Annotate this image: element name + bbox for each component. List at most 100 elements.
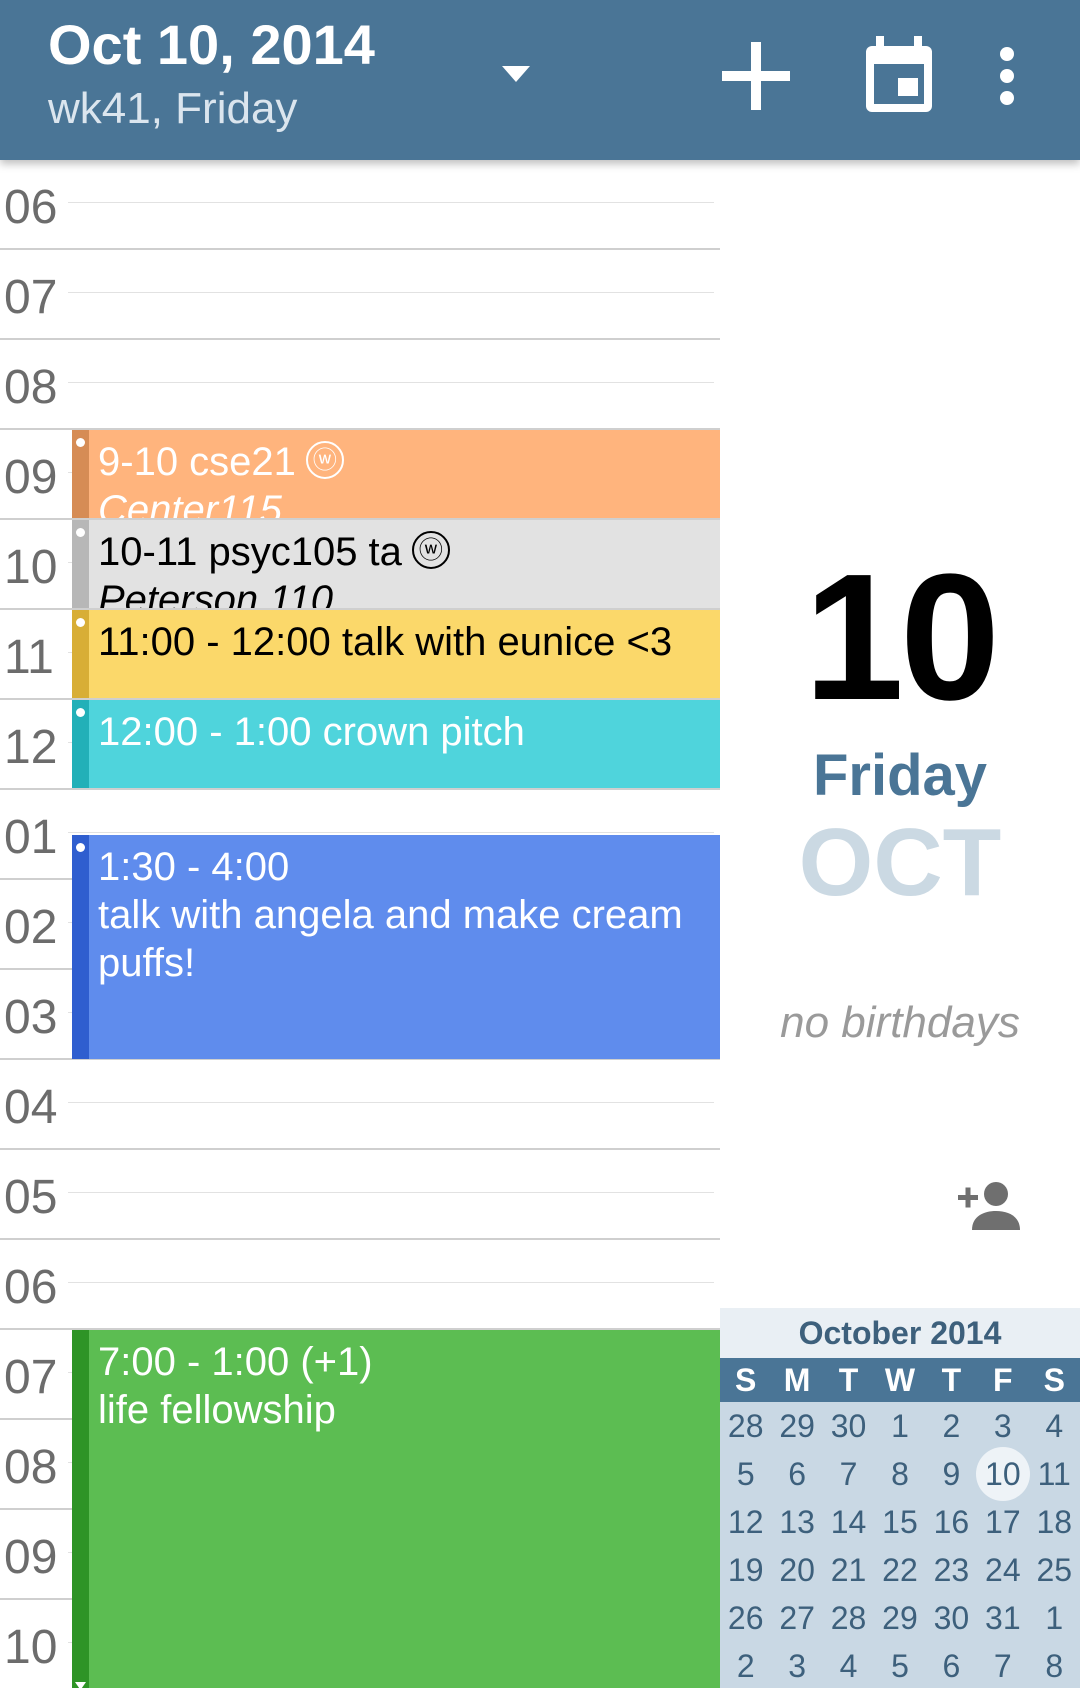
event-dot (76, 438, 85, 447)
event-dot (76, 843, 85, 852)
mini-calendar-title[interactable]: October 2014 (720, 1308, 1080, 1358)
hour-label: 02 (4, 901, 58, 954)
day-cell[interactable]: 28 (720, 1402, 771, 1450)
event-card-crown-pitch[interactable]: 12:00 - 1:00 crown pitch (72, 700, 720, 788)
weekday-header-row: S M T W T F S (720, 1358, 1080, 1402)
event-dot (76, 618, 85, 627)
day-cell[interactable]: 24 (977, 1546, 1028, 1594)
weekday-header: S (1043, 1362, 1065, 1398)
event-title: 1:30 - 4:00 (98, 845, 290, 889)
date-title[interactable]: Oct 10, 2014 (48, 12, 375, 77)
day-cell[interactable]: 23 (926, 1546, 977, 1594)
day-cell[interactable]: 29 (874, 1594, 925, 1642)
mini-calendar-grid: 28 29 30 1 2 3 4 5 6 7 8 9 10 11 12 13 1… (720, 1402, 1080, 1690)
day-cell[interactable]: 3 (771, 1642, 822, 1690)
w-badge-icon: ⓦ (411, 531, 450, 570)
weekday-header: T (838, 1362, 859, 1398)
day-cell[interactable]: 8 (1029, 1642, 1080, 1690)
week-row: 19 20 21 22 23 24 25 (720, 1546, 1080, 1594)
week-row: 5 6 7 8 9 10 11 (720, 1447, 1080, 1501)
half-hour-divider (68, 832, 714, 833)
hour-divider (0, 1148, 720, 1150)
hour-divider (0, 248, 720, 250)
person-add-icon[interactable] (956, 1178, 1020, 1234)
day-cell[interactable]: 17 (977, 1498, 1028, 1546)
calendar-today-icon[interactable] (862, 34, 936, 116)
hour-label: 03 (4, 991, 58, 1044)
event-card-life-fellowship[interactable]: 7:00 - 1:00 (+1) life fellowship (72, 1330, 720, 1688)
day-cell[interactable]: 31 (977, 1594, 1028, 1642)
hour-label: 06 (4, 181, 58, 234)
event-card-cse21[interactable]: 9-10 cse21 ⓦ Center115 (72, 430, 720, 518)
day-cell[interactable]: 2 (720, 1642, 771, 1690)
birthdays-text: no birthdays (780, 998, 1020, 1047)
day-cell[interactable]: 21 (823, 1546, 874, 1594)
day-cell[interactable]: 5 (720, 1450, 771, 1498)
day-cell[interactable]: 19 (720, 1546, 771, 1594)
day-cell[interactable]: 28 (823, 1594, 874, 1642)
day-cell[interactable]: 6 (926, 1642, 977, 1690)
day-cell[interactable]: 27 (771, 1594, 822, 1642)
day-cell[interactable]: 6 (771, 1450, 822, 1498)
hour-label: 04 (4, 1081, 58, 1134)
event-title: 12:00 - 1:00 crown pitch (98, 710, 525, 754)
hour-label: 07 (4, 271, 58, 324)
week-subtitle[interactable]: wk41, Friday (48, 84, 297, 134)
day-cell-today[interactable]: 10 (975, 1447, 1031, 1501)
mini-month-calendar[interactable]: October 2014 S M T W T F S 28 29 30 1 2 … (720, 1308, 1080, 1688)
day-cell[interactable]: 4 (823, 1642, 874, 1690)
day-cell[interactable]: 7 (977, 1642, 1028, 1690)
day-cell[interactable]: 30 (823, 1402, 874, 1450)
event-dot (76, 528, 85, 537)
day-cell[interactable]: 15 (874, 1498, 925, 1546)
hour-label: 09 (4, 451, 58, 504)
day-cell[interactable]: 18 (1029, 1498, 1080, 1546)
day-cell[interactable]: 29 (771, 1402, 822, 1450)
day-cell[interactable]: 7 (823, 1450, 874, 1498)
event-color-strip (72, 1330, 89, 1688)
day-cell[interactable]: 25 (1029, 1546, 1080, 1594)
day-cell[interactable]: 14 (823, 1498, 874, 1546)
day-cell[interactable]: 1 (874, 1402, 925, 1450)
day-cell[interactable]: 8 (874, 1450, 925, 1498)
hour-label: 11 (4, 631, 54, 684)
day-cell[interactable]: 1 (1029, 1594, 1080, 1642)
event-location: Center115 (98, 488, 282, 518)
day-cell[interactable]: 30 (926, 1594, 977, 1642)
day-cell[interactable]: 20 (771, 1546, 822, 1594)
day-number: 10 (803, 537, 1000, 738)
day-cell[interactable]: 4 (1029, 1402, 1080, 1450)
month-label: OCT (798, 809, 1002, 916)
weekday-header: W (884, 1362, 916, 1398)
day-cell[interactable]: 13 (771, 1498, 822, 1546)
day-cell[interactable]: 22 (874, 1546, 925, 1594)
hour-label: 06 (4, 1261, 58, 1314)
day-cell[interactable]: 5 (874, 1642, 925, 1690)
event-title: 11:00 - 12:00 talk with eunice <3 (98, 620, 673, 664)
hour-label: 08 (4, 361, 58, 414)
hour-label: 08 (4, 1441, 58, 1494)
half-hour-divider (68, 292, 714, 293)
day-cell[interactable]: 9 (926, 1450, 977, 1498)
plus-icon[interactable] (718, 38, 794, 114)
weekday-header: M (783, 1362, 811, 1398)
day-timeline[interactable]: 06 07 08 09 10 11 12 01 02 03 04 05 06 0… (0, 160, 720, 1688)
event-location: Peterson 110 (98, 578, 333, 608)
half-hour-divider (68, 382, 714, 383)
day-cell[interactable]: 3 (977, 1402, 1028, 1450)
day-cell[interactable]: 16 (926, 1498, 977, 1546)
day-cell[interactable]: 11 (1029, 1450, 1080, 1498)
day-cell[interactable]: 26 (720, 1594, 771, 1642)
arrow-drop-down-icon[interactable] (496, 60, 536, 90)
more-vert-icon[interactable] (990, 46, 1024, 106)
event-card-psyc105[interactable]: 10-11 psyc105 ta ⓦ Peterson 110 (72, 520, 720, 608)
week-row: 28 29 30 1 2 3 4 (720, 1402, 1080, 1450)
day-cell[interactable]: 2 (926, 1402, 977, 1450)
week-row: 2 3 4 5 6 7 8 (720, 1642, 1080, 1690)
event-card-angela[interactable]: 1:30 - 4:00 talk with angela and make cr… (72, 835, 720, 1059)
hour-label: 05 (4, 1171, 58, 1224)
hour-label: 07 (4, 1351, 58, 1404)
day-cell[interactable]: 12 (720, 1498, 771, 1546)
weekday-header: F (993, 1362, 1013, 1398)
event-card-talk-eunice[interactable]: 11:00 - 12:00 talk with eunice <3 (72, 610, 720, 698)
